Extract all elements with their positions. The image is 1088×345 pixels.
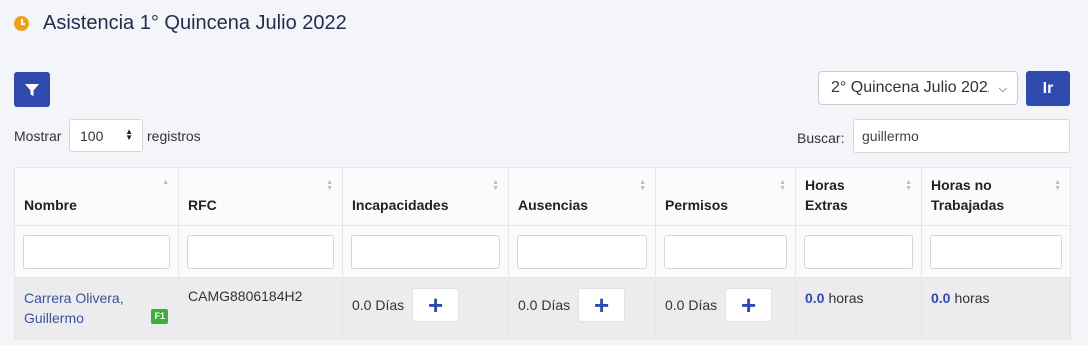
plus-icon: + [741,290,757,320]
add-ausencia-button[interactable]: + [578,288,626,322]
sort-icon: ▲ ▼ [779,179,786,192]
filter-button[interactable] [14,72,50,107]
cell-nombre: Carrera Olivera, Guillermo F1 [14,277,179,340]
cell-rfc: CAMG8806184H2 [178,277,343,340]
column-header-ausencias[interactable]: Ausencias ▲ ▼ [508,167,656,226]
column-header-horas-extras[interactable]: Horas Extras ▲ ▼ [795,167,922,226]
add-incapacidad-button[interactable]: + [412,288,460,322]
add-permiso-button[interactable]: + [725,288,773,322]
rfc-value: CAMG8806184H2 [188,288,303,304]
plus-icon: + [594,290,610,320]
cell-horas-no-trabajadas: 0.0 horas [921,277,1071,340]
go-button[interactable]: Ir [1026,71,1070,106]
column-filter-ausencias[interactable] [517,234,647,269]
show-label: Mostrar [14,128,62,144]
attendance-table: Nombre ▲ RFC ▲ ▼ Incapacidades ▲ ▼ Ausencias ▲… [14,167,1071,340]
filter-cell [795,225,922,278]
plus-icon: + [428,290,444,320]
filter-cell [508,225,656,278]
column-filter-rfc[interactable] [187,234,334,269]
status-badge: F1 [151,309,168,324]
employee-name-link[interactable]: Carrera Olivera, Guillermo [24,278,169,328]
filter-cell [14,225,179,278]
horas-extras-value: 0.0 [805,290,825,306]
records-label: registros [147,128,201,144]
column-filter-incapacidades[interactable] [351,234,500,269]
permisos-value: 0.0 Días [665,297,718,313]
sort-icon: ▲ ▼ [326,179,333,192]
column-filter-horas-extras[interactable] [804,234,913,269]
column-header-rfc[interactable]: RFC ▲ ▼ [178,167,343,226]
horas-no-trabajadas-unit: horas [954,290,990,306]
horas-extras-unit: horas [828,290,864,306]
chevron-down-icon: ⌵ [998,83,1007,95]
table-row: Carrera Olivera, Guillermo F1 CAMG880618… [14,277,1071,340]
sort-icon: ▲ ▼ [639,179,646,192]
cell-incapacidades: 0.0 Días + [342,277,509,340]
filter-icon [25,83,39,96]
horas-no-trabajadas-value: 0.0 [931,290,951,306]
column-filter-nombre[interactable] [23,234,170,269]
filter-cell [178,225,343,278]
page-length-value: 100 [80,127,104,144]
column-filter-horas-no-trabajadas[interactable] [930,234,1062,269]
page-length-select[interactable]: 100 ▲ ▼ [69,119,143,152]
search-label: Buscar: [797,130,845,146]
column-header-permisos[interactable]: Permisos ▲ ▼ [655,167,796,226]
filter-cell [655,225,796,278]
sort-icon: ▲ [162,179,169,186]
sort-icon: ▲ ▼ [492,179,499,192]
cell-horas-extras: 0.0 horas [795,277,922,340]
search-input[interactable]: guillermo [853,119,1070,153]
column-header-incapacidades[interactable]: Incapacidades ▲ ▼ [342,167,509,226]
sort-icon: ▲ ▼ [1054,179,1061,192]
ausencias-value: 0.0 Días [518,297,571,313]
page-title: Asistencia 1° Quincena Julio 2022 [43,12,347,34]
period-select[interactable]: 2° Quincena Julio 2022 ⌵ [818,71,1018,105]
cell-ausencias: 0.0 Días + [508,277,656,340]
clock-icon [14,16,29,31]
column-header-horas-no-trabajadas[interactable]: Horas no Trabajadas ▲ ▼ [921,167,1071,226]
incapacidades-value: 0.0 Días [352,297,405,313]
period-select-value: 2° Quincena Julio 2022 [831,79,989,96]
filter-cell [921,225,1071,278]
column-filter-permisos[interactable] [664,234,787,269]
cell-permisos: 0.0 Días + [655,277,796,340]
filter-cell [342,225,509,278]
page-header: Asistencia 1° Quincena Julio 2022 [14,12,347,35]
column-header-nombre[interactable]: Nombre ▲ [14,167,179,226]
select-arrows-icon: ▲ ▼ [125,127,133,142]
sort-icon: ▲ ▼ [905,179,912,192]
